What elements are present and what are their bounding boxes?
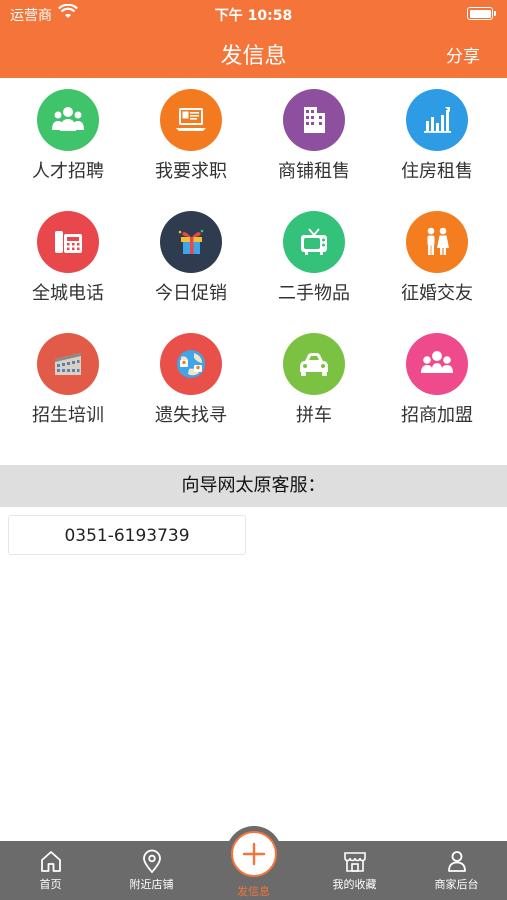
user-icon [447, 851, 466, 872]
category-item-franchise[interactable]: 招商加盟 [375, 322, 499, 432]
home-icon [40, 851, 61, 872]
clock: 下午 10:58 [214, 8, 293, 24]
globe-people-icon [160, 333, 222, 395]
category-label: 商铺租售 [278, 161, 350, 182]
location-pin-icon [142, 849, 161, 874]
group-icon [406, 333, 468, 395]
category-label: 今日促销 [155, 283, 227, 304]
gift-icon [160, 211, 222, 273]
category-item-promotion[interactable]: 今日促销 [129, 200, 253, 310]
status-bar: 运营商 下午 10:58 [0, 0, 507, 28]
nav-bar: 发信息 分享 [0, 28, 507, 78]
category-item-second-hand[interactable]: 二手物品 [252, 200, 376, 310]
category-item-lost-found[interactable]: 遗失找寻 [129, 322, 253, 432]
tab-label: 我的收藏 [332, 878, 377, 891]
couple-icon [406, 211, 468, 273]
category-label: 我要求职 [155, 161, 227, 182]
category-item-housing-rental[interactable]: 住房租售 [375, 78, 499, 188]
category-label: 招生培训 [32, 405, 104, 426]
tab-label: 附近店铺 [129, 878, 174, 891]
bar-chart-icon [406, 89, 468, 151]
tab-home[interactable]: 首页 [0, 841, 101, 900]
car-icon [283, 333, 345, 395]
category-label: 征婚交友 [401, 283, 473, 304]
service-header: 向导网太原客服： [0, 465, 507, 507]
category-label: 人才招聘 [32, 161, 104, 182]
resume-icon [160, 89, 222, 151]
category-item-dating[interactable]: 征婚交友 [375, 200, 499, 310]
people-icon [37, 89, 99, 151]
telephone-icon [37, 211, 99, 273]
category-item-carpool[interactable]: 拼车 [252, 322, 376, 432]
tab-nearby-shops[interactable]: 附近店铺 [101, 841, 202, 900]
category-label: 住房租售 [401, 161, 473, 182]
service-phone-link[interactable]: 0351-6193739 [8, 515, 246, 555]
tab-label: 商家后台 [434, 878, 479, 891]
battery-icon [467, 7, 496, 20]
building-icon [283, 89, 345, 151]
tab-publish[interactable] [231, 831, 277, 877]
category-item-city-phone[interactable]: 全城电话 [6, 200, 130, 310]
tab-label: 首页 [39, 878, 62, 891]
category-label: 全城电话 [32, 283, 104, 304]
category-item-training[interactable]: 招生培训 [6, 322, 130, 432]
store-icon [343, 852, 366, 872]
category-label: 二手物品 [278, 283, 350, 304]
tab-merchant-admin[interactable]: 商家后台 [406, 841, 507, 900]
tab-favorites[interactable]: 我的收藏 [304, 841, 405, 900]
page-title: 发信息 [220, 44, 287, 69]
plus-icon [242, 842, 266, 866]
share-button[interactable]: 分享 [446, 42, 480, 67]
category-item-job-seeking[interactable]: 我要求职 [129, 78, 253, 188]
category-label: 拼车 [296, 405, 332, 426]
category-label: 招商加盟 [401, 405, 473, 426]
category-item-recruitment[interactable]: 人才招聘 [6, 78, 130, 188]
tv-icon [283, 211, 345, 273]
tab-label: 发信息 [237, 885, 270, 898]
school-icon [37, 333, 99, 395]
category-grid: 人才招聘 我要求职 商铺租售 住房租售 全城电话 今日促销 二手物品 征婚交友 … [0, 78, 507, 465]
category-item-shop-rental[interactable]: 商铺租售 [252, 78, 376, 188]
category-label: 遗失找寻 [155, 405, 227, 426]
